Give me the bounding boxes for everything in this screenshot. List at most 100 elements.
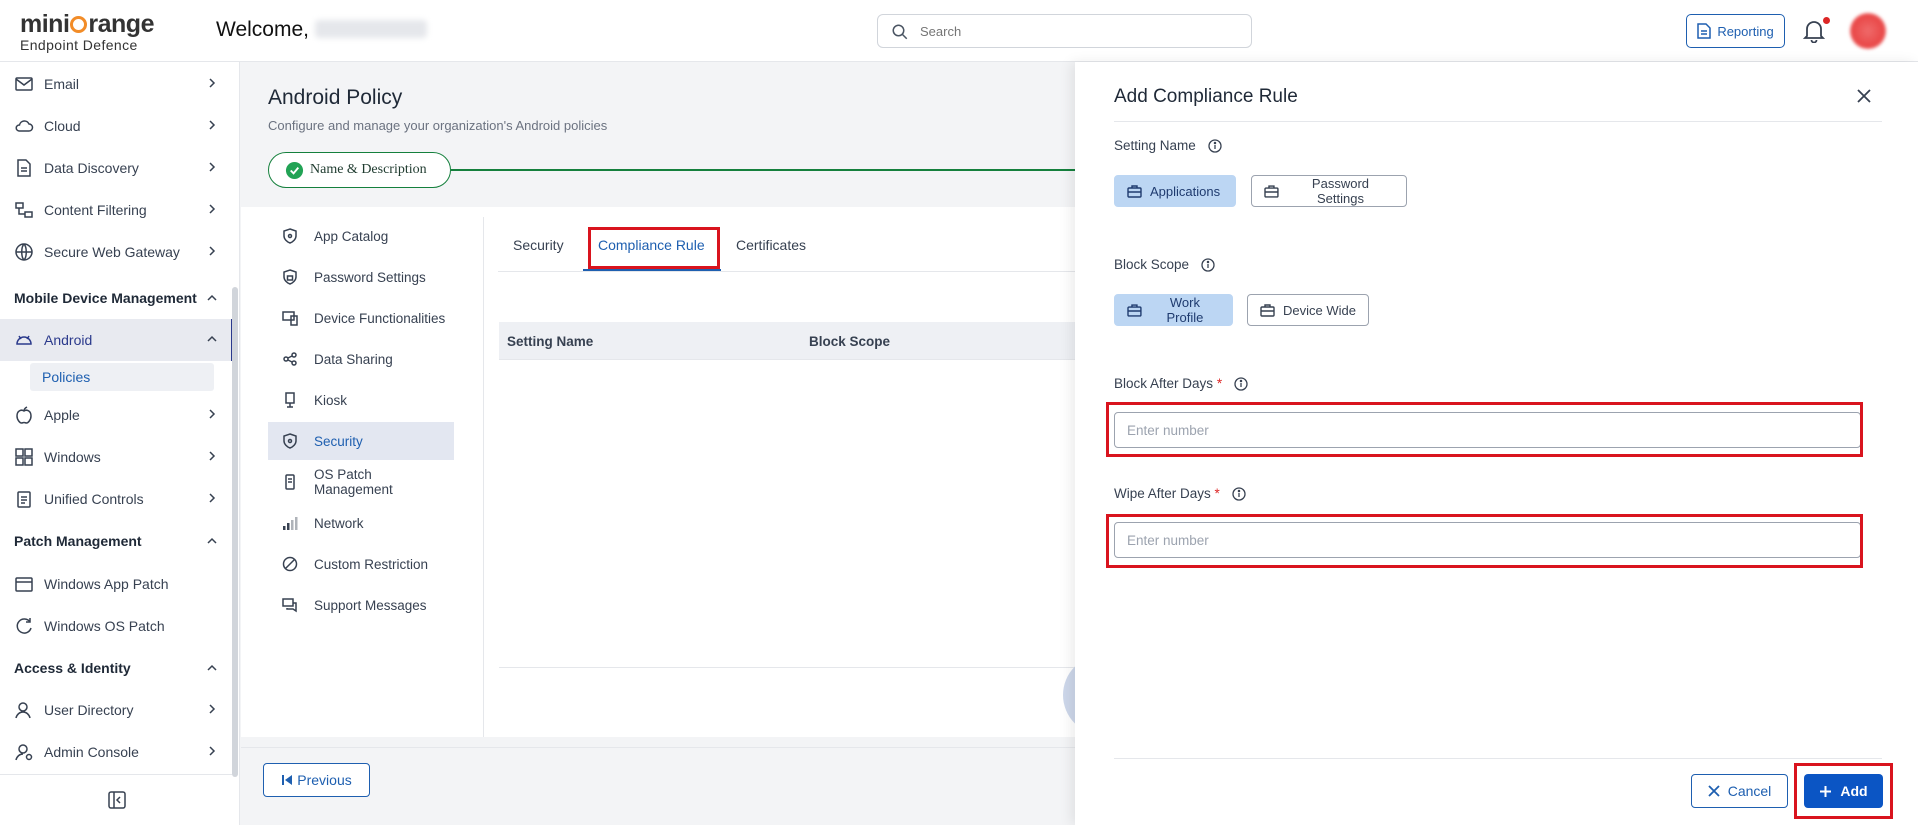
shield-icon xyxy=(283,433,297,449)
cancel-button[interactable]: Cancel xyxy=(1691,774,1788,808)
chevron-right-icon xyxy=(209,246,216,256)
policy-nav-network[interactable]: Network xyxy=(268,504,454,542)
miniorange-logo[interactable]: mini range Endpoint Defence xyxy=(20,10,160,52)
chevron-right-icon xyxy=(209,409,216,419)
sidebar-item-label: Email xyxy=(44,76,80,92)
reporting-button[interactable]: Reporting xyxy=(1686,14,1785,48)
sidebar-item-label: Admin Console xyxy=(44,744,139,760)
ban-icon xyxy=(282,556,298,572)
admin-icon xyxy=(15,744,33,761)
sidebar-item-android[interactable]: Android xyxy=(0,319,234,361)
sidebar-section-access[interactable]: Access & Identity xyxy=(0,648,232,688)
sidebar-item-windows-os-patch[interactable]: Windows OS Patch xyxy=(0,605,232,647)
table-header: Setting Name Block Scope xyxy=(499,322,1077,360)
briefcase-icon xyxy=(1127,304,1142,317)
drawer-header-divider xyxy=(1114,121,1882,122)
chevron-right-icon xyxy=(209,493,216,503)
chevron-right-icon xyxy=(209,451,216,461)
sidebar-item-label: Data Discovery xyxy=(44,160,139,176)
sidebar-item-windows[interactable]: Windows xyxy=(0,436,232,478)
reporting-label: Reporting xyxy=(1717,23,1774,39)
sidebar-item-email[interactable]: Email xyxy=(0,63,232,105)
blurred-username xyxy=(314,20,427,38)
policy-nav-data-sharing[interactable]: Data Sharing xyxy=(268,340,454,378)
option-applications[interactable]: Applications xyxy=(1114,175,1236,207)
chevron-right-icon xyxy=(209,704,216,714)
sidebar-scrollbar[interactable] xyxy=(232,287,238,777)
sidebar-item-label: Unified Controls xyxy=(44,491,144,507)
previous-button[interactable]: Previous xyxy=(263,763,370,797)
sidebar-item-content-filtering[interactable]: Content Filtering xyxy=(0,189,232,231)
bell-icon[interactable] xyxy=(1803,19,1825,43)
policy-nav-os-patch[interactable]: OS Patch Management xyxy=(268,463,454,501)
sidebar-item-windows-app-patch[interactable]: Windows App Patch xyxy=(0,563,232,605)
policy-card: App Catalog Password Settings Device Fun… xyxy=(241,207,1103,737)
add-button[interactable]: Add xyxy=(1804,774,1883,808)
notification-dot xyxy=(1823,17,1830,24)
sidebar-subitem-policies[interactable]: Policies xyxy=(30,363,214,391)
sidebar-item-label: Content Filtering xyxy=(44,202,147,218)
policy-nav-security[interactable]: Security xyxy=(268,422,454,460)
logo-subtitle: Endpoint Defence xyxy=(20,37,138,53)
user-icon xyxy=(15,702,31,719)
info-icon[interactable] xyxy=(1201,257,1215,272)
search-input[interactable] xyxy=(920,15,1240,47)
policy-nav-custom-restriction[interactable]: Custom Restriction xyxy=(268,545,454,583)
policy-nav-password-settings[interactable]: Password Settings xyxy=(268,258,454,296)
sidebar: Email Cloud Data Discovery Content Filte… xyxy=(0,62,240,825)
sidebar-item-unified-controls[interactable]: Unified Controls xyxy=(0,478,232,520)
policy-nav-support-messages[interactable]: Support Messages xyxy=(268,586,454,624)
tab-security[interactable]: Security xyxy=(513,237,564,253)
user-avatar[interactable] xyxy=(1850,13,1886,49)
policy-nav-kiosk[interactable]: Kiosk xyxy=(268,381,454,419)
sidebar-item-cloud[interactable]: Cloud xyxy=(0,105,232,147)
section-label: Patch Management xyxy=(14,533,142,549)
briefcase-icon xyxy=(1127,185,1142,198)
policy-nav-device-functionalities[interactable]: Device Functionalities xyxy=(268,299,454,337)
tab-compliance-rule[interactable]: Compliance Rule xyxy=(598,237,705,253)
sidebar-item-apple[interactable]: Apple xyxy=(0,394,232,436)
step-name-description[interactable]: Name & Description xyxy=(268,152,451,188)
refresh-icon xyxy=(16,618,32,634)
cloud-icon xyxy=(15,120,34,132)
col-setting-name: Setting Name xyxy=(507,334,594,349)
option-password-settings[interactable]: Password Settings xyxy=(1251,175,1407,207)
option-device-wide[interactable]: Device Wide xyxy=(1247,294,1369,326)
option-work-profile[interactable]: Work Profile xyxy=(1114,294,1233,326)
devices-icon xyxy=(282,311,298,326)
block-after-days-input[interactable] xyxy=(1114,412,1861,448)
globe-icon xyxy=(15,243,33,261)
apple-icon xyxy=(16,406,32,424)
sidebar-item-data-discovery[interactable]: Data Discovery xyxy=(0,147,232,189)
global-search[interactable] xyxy=(877,14,1252,48)
tab-certificates[interactable]: Certificates xyxy=(736,237,806,253)
policy-nav-label: Kiosk xyxy=(314,392,348,408)
policy-nav-label: App Catalog xyxy=(314,228,389,244)
page-subtitle: Configure and manage your organization's… xyxy=(268,118,608,133)
chevron-up-icon xyxy=(207,335,217,342)
drawer-footer-divider xyxy=(1114,758,1882,759)
info-icon[interactable] xyxy=(1234,376,1248,391)
close-icon[interactable] xyxy=(1856,88,1872,104)
sidebar-section-mdm[interactable]: Mobile Device Management xyxy=(0,278,232,318)
page-title: Android Policy xyxy=(268,86,403,109)
sidebar-section-patch[interactable]: Patch Management xyxy=(0,521,232,561)
sidebar-item-user-directory[interactable]: User Directory xyxy=(0,689,232,731)
main-content: Android Policy Configure and manage your… xyxy=(241,62,1103,825)
sidebar-item-secure-web-gateway[interactable]: Secure Web Gateway xyxy=(0,231,232,273)
chevron-right-icon xyxy=(209,120,216,130)
wipe-after-days-input[interactable] xyxy=(1114,522,1861,558)
policy-nav-app-catalog[interactable]: App Catalog xyxy=(268,217,454,255)
info-icon[interactable] xyxy=(1232,486,1246,501)
sidebar-item-admin-console[interactable]: Admin Console xyxy=(0,731,232,773)
collapse-sidebar-icon[interactable] xyxy=(108,791,126,809)
info-icon[interactable] xyxy=(1208,138,1222,153)
chevron-right-icon xyxy=(209,162,216,172)
tabs-divider xyxy=(498,271,1077,272)
policy-nav-label: Security xyxy=(314,433,363,449)
drawer-title: Add Compliance Rule xyxy=(1114,86,1298,107)
share-icon xyxy=(283,352,297,366)
policy-nav-label: OS Patch Management xyxy=(314,467,393,497)
add-compliance-rule-drawer: Add Compliance Rule Setting Name Applica… xyxy=(1075,62,1918,825)
top-header: minirange Endpoint Defence Welcome, Repo… xyxy=(0,0,1918,62)
